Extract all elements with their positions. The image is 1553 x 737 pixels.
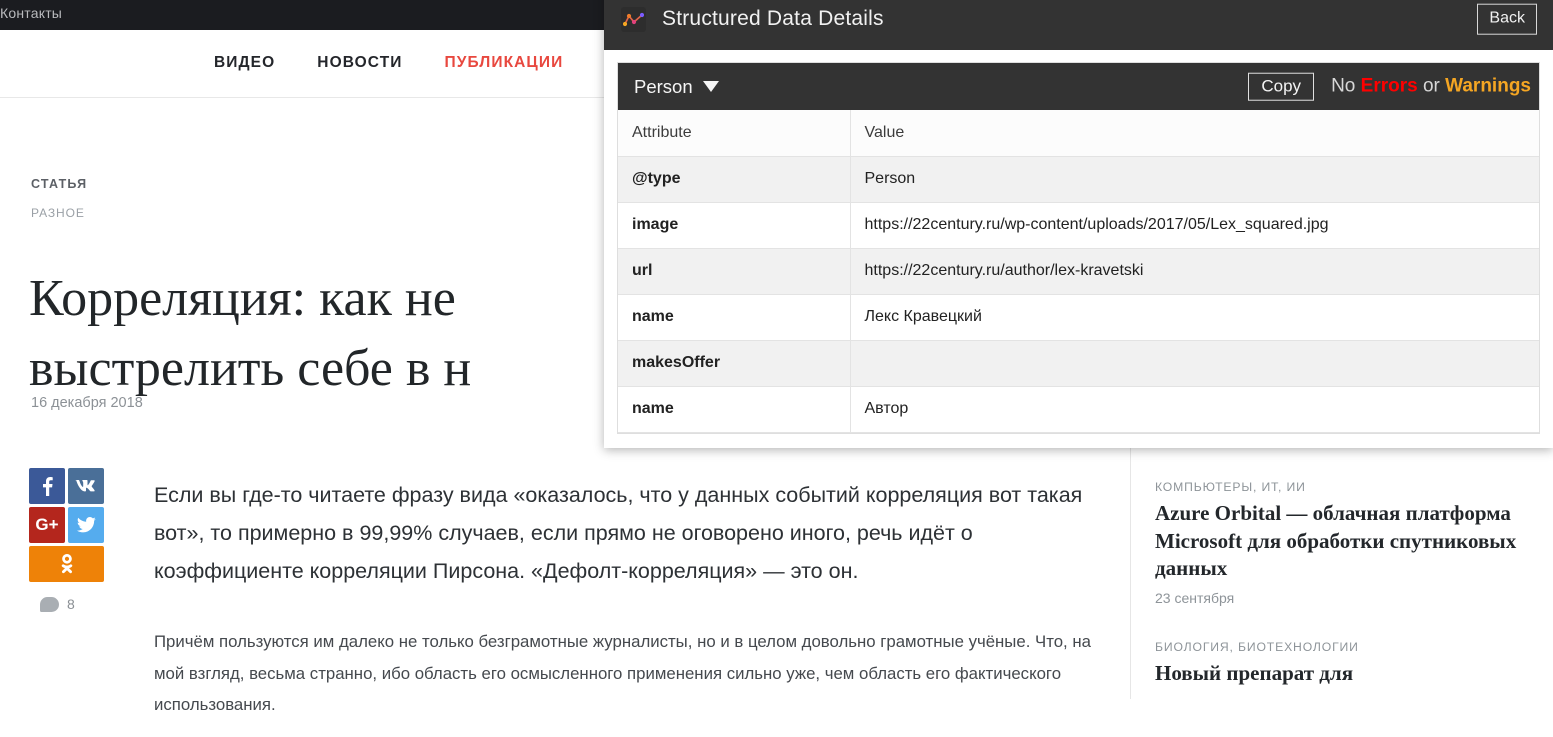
table-header-row: Attribute Value bbox=[618, 110, 1539, 156]
status-prefix: No bbox=[1331, 75, 1355, 96]
comment-count-value: 8 bbox=[67, 596, 75, 612]
sidebar-item-date: 23 сентября bbox=[1155, 590, 1553, 606]
nav-item-news[interactable]: НОВОСТИ bbox=[317, 54, 402, 72]
sidebar-item-title[interactable]: Новый препарат для bbox=[1155, 660, 1553, 688]
row-value: Автор bbox=[850, 386, 1539, 432]
type-selector-label: Person bbox=[634, 76, 693, 98]
structured-data-card: Person Copy No Errors or Warnings A bbox=[617, 62, 1540, 434]
article-body: Если вы где-то читаете фразу вида «оказа… bbox=[154, 454, 1104, 737]
list-item[interactable]: КОМПЬЮТЕРЫ, ИТ, ИИ Azure Orbital — облач… bbox=[1155, 480, 1553, 606]
nav-item-video[interactable]: ВИДЕО bbox=[214, 54, 275, 72]
sidebar-item-category: БИОЛОГИЯ, БИОТЕХНОЛОГИИ bbox=[1155, 640, 1553, 654]
facebook-share-icon[interactable] bbox=[29, 468, 65, 504]
structured-data-details-panel: Structured Data Details Back Person Copy… bbox=[604, 0, 1553, 448]
line-chart-icon bbox=[621, 7, 646, 32]
headline-line-2: выстрелить себе в н bbox=[29, 340, 471, 397]
article-rubric[interactable]: РАЗНОЕ bbox=[31, 206, 85, 220]
comment-bubble-icon bbox=[40, 597, 59, 612]
toolbar-right-group: Copy No Errors or Warnings bbox=[1248, 72, 1531, 101]
row-value: Person bbox=[850, 156, 1539, 202]
row-attribute: name bbox=[618, 386, 850, 432]
article-kicker: СТАТЬЯ bbox=[31, 177, 87, 191]
type-selector[interactable]: Person bbox=[634, 76, 719, 98]
google-plus-share-icon[interactable]: G+ bbox=[29, 507, 65, 543]
article-paragraph: Причём пользуются им далеко не только бе… bbox=[154, 626, 1104, 720]
overlay-title: Structured Data Details bbox=[662, 7, 884, 31]
row-attribute: name bbox=[618, 294, 850, 340]
vkontakte-share-icon[interactable] bbox=[68, 468, 104, 504]
status-errors: Errors bbox=[1361, 75, 1418, 96]
google-plus-glyph: G+ bbox=[35, 515, 58, 535]
row-value bbox=[850, 340, 1539, 386]
twitter-share-icon[interactable] bbox=[68, 507, 104, 543]
status-badge: No Errors or Warnings bbox=[1331, 75, 1531, 97]
row-value: https://22century.ru/author/lex-kravetsk… bbox=[850, 248, 1539, 294]
article-lead-paragraph: Если вы где-то читаете фразу вида «оказа… bbox=[154, 476, 1104, 591]
overlay-body: Person Copy No Errors or Warnings A bbox=[604, 50, 1553, 447]
sidebar-item-category: КОМПЬЮТЕРЫ, ИТ, ИИ bbox=[1155, 480, 1553, 494]
list-item[interactable]: БИОЛОГИЯ, БИОТЕХНОЛОГИИ Новый препарат д… bbox=[1155, 640, 1553, 688]
status-warnings: Warnings bbox=[1445, 75, 1531, 96]
overlay-header: Structured Data Details Back bbox=[604, 0, 1553, 50]
structured-data-toolbar: Person Copy No Errors or Warnings bbox=[618, 63, 1539, 110]
back-button[interactable]: Back bbox=[1477, 4, 1537, 35]
sidebar-item-title[interactable]: Azure Orbital — облачная платформа Micro… bbox=[1155, 500, 1553, 583]
table-row[interactable]: name Лекс Кравецкий bbox=[618, 294, 1539, 340]
headline-line-1: Корреляция: как не bbox=[29, 270, 456, 327]
copy-button[interactable]: Copy bbox=[1248, 72, 1314, 101]
row-value: Лекс Кравецкий bbox=[850, 294, 1539, 340]
table-row[interactable]: name Автор bbox=[618, 386, 1539, 432]
row-value: https://22century.ru/wp-content/uploads/… bbox=[850, 202, 1539, 248]
social-share-bar: G+ bbox=[29, 468, 105, 582]
odnoklassniki-share-icon[interactable] bbox=[29, 546, 104, 582]
nav-item-list: ВИДЕО НОВОСТИ ПУБЛИКАЦИИ АНО bbox=[214, 54, 643, 72]
row-attribute: image bbox=[618, 202, 850, 248]
table-row[interactable]: image https://22century.ru/wp-content/up… bbox=[618, 202, 1539, 248]
column-header-value: Value bbox=[850, 110, 1539, 156]
table-row[interactable]: makesOffer bbox=[618, 340, 1539, 386]
row-attribute: @type bbox=[618, 156, 850, 202]
related-articles-sidebar: КОМПЬЮТЕРЫ, ИТ, ИИ Azure Orbital — облач… bbox=[1155, 480, 1553, 722]
structured-data-table: Attribute Value @type Person image https… bbox=[618, 110, 1539, 433]
row-attribute: url bbox=[618, 248, 850, 294]
chevron-down-icon bbox=[703, 81, 719, 92]
comment-count[interactable]: 8 bbox=[40, 596, 75, 612]
column-header-attribute: Attribute bbox=[618, 110, 850, 156]
status-conjunction: or bbox=[1423, 75, 1440, 96]
topbar-link-contacts[interactable]: Контакты bbox=[0, 5, 62, 21]
table-row[interactable]: @type Person bbox=[618, 156, 1539, 202]
row-attribute: makesOffer bbox=[618, 340, 850, 386]
nav-item-publications[interactable]: ПУБЛИКАЦИИ bbox=[445, 54, 564, 72]
article-publish-date: 16 декабря 2018 bbox=[31, 395, 143, 411]
table-row[interactable]: url https://22century.ru/author/lex-krav… bbox=[618, 248, 1539, 294]
